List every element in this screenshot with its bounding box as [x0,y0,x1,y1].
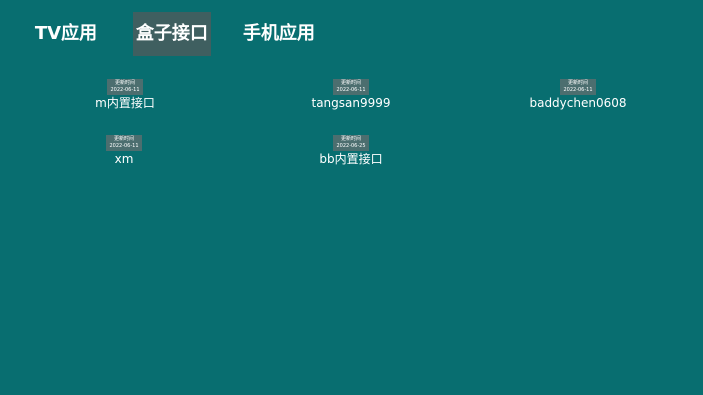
tab-phone-apps[interactable]: 手机应用 [236,12,322,56]
tab-box-interfaces[interactable]: 盒子接口 [133,12,211,56]
interface-name: m内置接口 [95,96,155,110]
interface-item-m[interactable]: 更新时间 2022-06-11 m内置接口 [25,76,225,110]
update-time-badge: 更新时间 2022-06-25 [333,135,369,151]
update-time-badge: 更新时间 2022-06-11 [107,79,143,95]
update-time-badge: 更新时间 2022-06-11 [333,79,369,95]
tab-tv-apps[interactable]: TV应用 [28,12,104,56]
interface-name: baddychen0608 [529,96,627,110]
interface-name: tangsan9999 [311,96,391,110]
update-time-label: 更新时间 [567,80,588,86]
interface-name: xm [114,152,134,166]
category-tabs: TV应用 盒子接口 手机应用 [0,12,703,56]
update-time-label: 更新时间 [340,136,361,142]
box-interface-page: TV应用 盒子接口 手机应用 更新时间 2022-06-11 m内置接口 更新时… [0,0,703,395]
interface-item-bb[interactable]: 更新时间 2022-06-25 bb内置接口 [251,132,451,166]
interface-item-tangsan[interactable]: 更新时间 2022-06-11 tangsan9999 [251,76,451,110]
update-time-badge: 更新时间 2022-06-11 [560,79,596,95]
update-date: 2022-06-11 [336,87,366,93]
update-date: 2022-06-11 [110,87,140,93]
update-time-label: 更新时间 [114,80,135,86]
update-time-label: 更新时间 [340,80,361,86]
update-date: 2022-06-11 [563,87,593,93]
update-date: 2022-06-11 [109,143,139,149]
update-date: 2022-06-25 [336,143,366,149]
update-time-badge: 更新时间 2022-06-11 [106,135,142,151]
interface-name: bb内置接口 [319,152,383,166]
update-time-label: 更新时间 [113,136,134,142]
interface-item-xm[interactable]: 更新时间 2022-06-11 xm [24,132,224,166]
interface-item-baddychen[interactable]: 更新时间 2022-06-11 baddychen0608 [478,76,678,110]
